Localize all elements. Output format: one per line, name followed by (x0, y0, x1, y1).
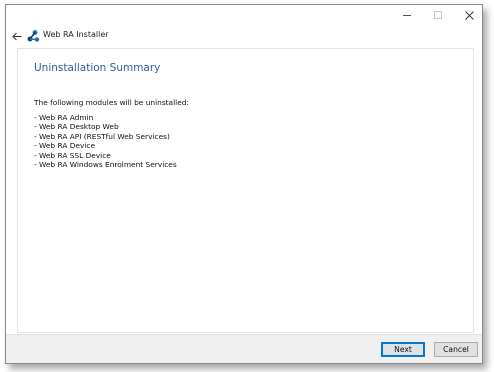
list-item: - Web RA API (RESTful Web Services) (34, 131, 170, 141)
module-list: - Web RA Admin - Web RA Desktop Web - We… (34, 113, 177, 169)
app-header: Web RA Installer (6, 25, 482, 48)
page-title: Uninstallation Summary (34, 62, 161, 74)
content-panel: Uninstallation Summary The following mod… (17, 48, 474, 333)
next-button[interactable]: Next (381, 342, 425, 357)
maximize-button[interactable] (424, 5, 452, 25)
cancel-button[interactable]: Cancel (434, 342, 478, 357)
app-title: Web RA Installer (43, 30, 109, 39)
app-logo-icon (27, 30, 40, 42)
title-bar (6, 5, 482, 25)
list-item: - Web RA Admin (34, 113, 94, 122)
list-item: - Web RA SSL Device (34, 150, 111, 160)
intro-text: The following modules will be uninstalle… (34, 98, 189, 107)
list-item: - Web RA Device (34, 141, 95, 151)
back-arrow-icon (12, 32, 22, 40)
close-icon (464, 10, 474, 20)
minimize-icon (403, 14, 411, 16)
back-button[interactable] (10, 29, 24, 43)
maximize-icon (434, 11, 442, 19)
minimize-button[interactable] (393, 5, 421, 25)
installer-window: Web RA Installer Uninstallation Summary … (5, 4, 483, 364)
close-button[interactable] (455, 5, 482, 25)
screen: Web RA Installer Uninstallation Summary … (0, 0, 494, 372)
list-item: - Web RA Desktop Web (34, 122, 119, 132)
footer-bar: Next Cancel (6, 334, 482, 363)
list-item: - Web RA Windows Enrolment Services (34, 160, 177, 170)
